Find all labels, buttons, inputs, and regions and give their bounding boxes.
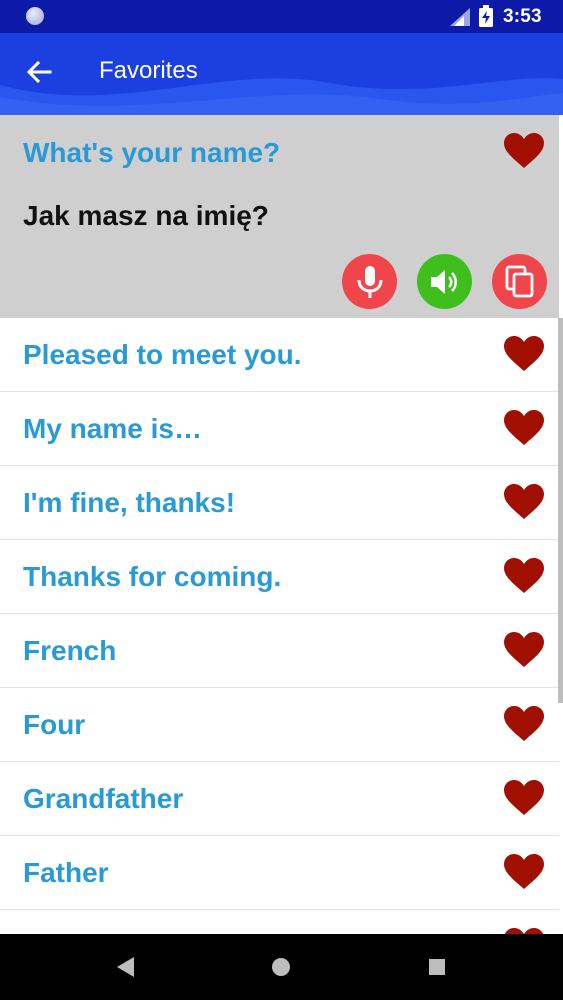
heart-icon[interactable] (504, 632, 544, 668)
navigation-bar (0, 934, 563, 1000)
phrase-text: French (23, 635, 117, 666)
battery-charging-icon (479, 5, 493, 27)
list-item[interactable]: French (0, 614, 559, 688)
scrollbar[interactable] (558, 318, 563, 703)
expanded-phrase-card[interactable]: What's your name? Jak masz na imię? (0, 115, 559, 318)
speaker-icon (430, 269, 457, 294)
list-item[interactable]: My name is… (0, 392, 559, 466)
heart-icon[interactable] (504, 336, 544, 372)
heart-icon[interactable] (504, 854, 544, 890)
microphone-button[interactable] (342, 254, 397, 309)
copy-button[interactable] (492, 254, 547, 309)
heart-icon[interactable] (504, 558, 544, 594)
phrase-text: My name is… (23, 413, 202, 444)
microphone-icon (357, 265, 382, 298)
app-bar: Favorites (0, 33, 563, 115)
arrow-left-icon (26, 60, 52, 84)
page-title: Favorites (99, 57, 198, 84)
phrase-text: Father (23, 857, 109, 888)
list-item[interactable]: Grandfather (0, 762, 559, 836)
app-bar-wave (0, 78, 563, 115)
list-item[interactable]: Four (0, 688, 559, 762)
list-item[interactable]: Pleased to meet you. (0, 318, 559, 392)
list-item[interactable]: I'm fine, thanks! (0, 466, 559, 540)
list-item[interactable]: Thanks for coming. (0, 540, 559, 614)
nav-recents-icon[interactable] (426, 955, 448, 979)
heart-icon[interactable] (504, 484, 544, 520)
phrase-text: Grandfather (23, 783, 184, 814)
list-item[interactable]: Father (0, 836, 559, 910)
translation-text: Jak masz na imię? (23, 200, 269, 231)
phrase-text: Thanks for coming. (23, 561, 282, 592)
nav-back-icon[interactable] (114, 955, 136, 979)
status-bar: 3:53 (0, 0, 563, 33)
nav-home-icon[interactable] (270, 955, 292, 979)
heart-icon[interactable] (504, 133, 544, 169)
phrase-text: Four (23, 709, 86, 740)
phrase-text: Pleased to meet you. (23, 339, 302, 370)
heart-icon[interactable] (504, 706, 544, 742)
notification-icon (26, 7, 44, 25)
favorites-list: Pleased to meet you. My name is… I'm fin… (0, 318, 559, 983)
phrase-text: I'm fine, thanks! (23, 487, 236, 518)
back-button[interactable] (20, 53, 58, 91)
copy-icon (505, 265, 533, 297)
phrase-text: What's your name? (23, 137, 281, 168)
heart-icon[interactable] (504, 410, 544, 446)
heart-icon[interactable] (504, 780, 544, 816)
status-time: 3:53 (503, 6, 542, 27)
signal-icon (450, 8, 470, 26)
speaker-button[interactable] (417, 254, 472, 309)
